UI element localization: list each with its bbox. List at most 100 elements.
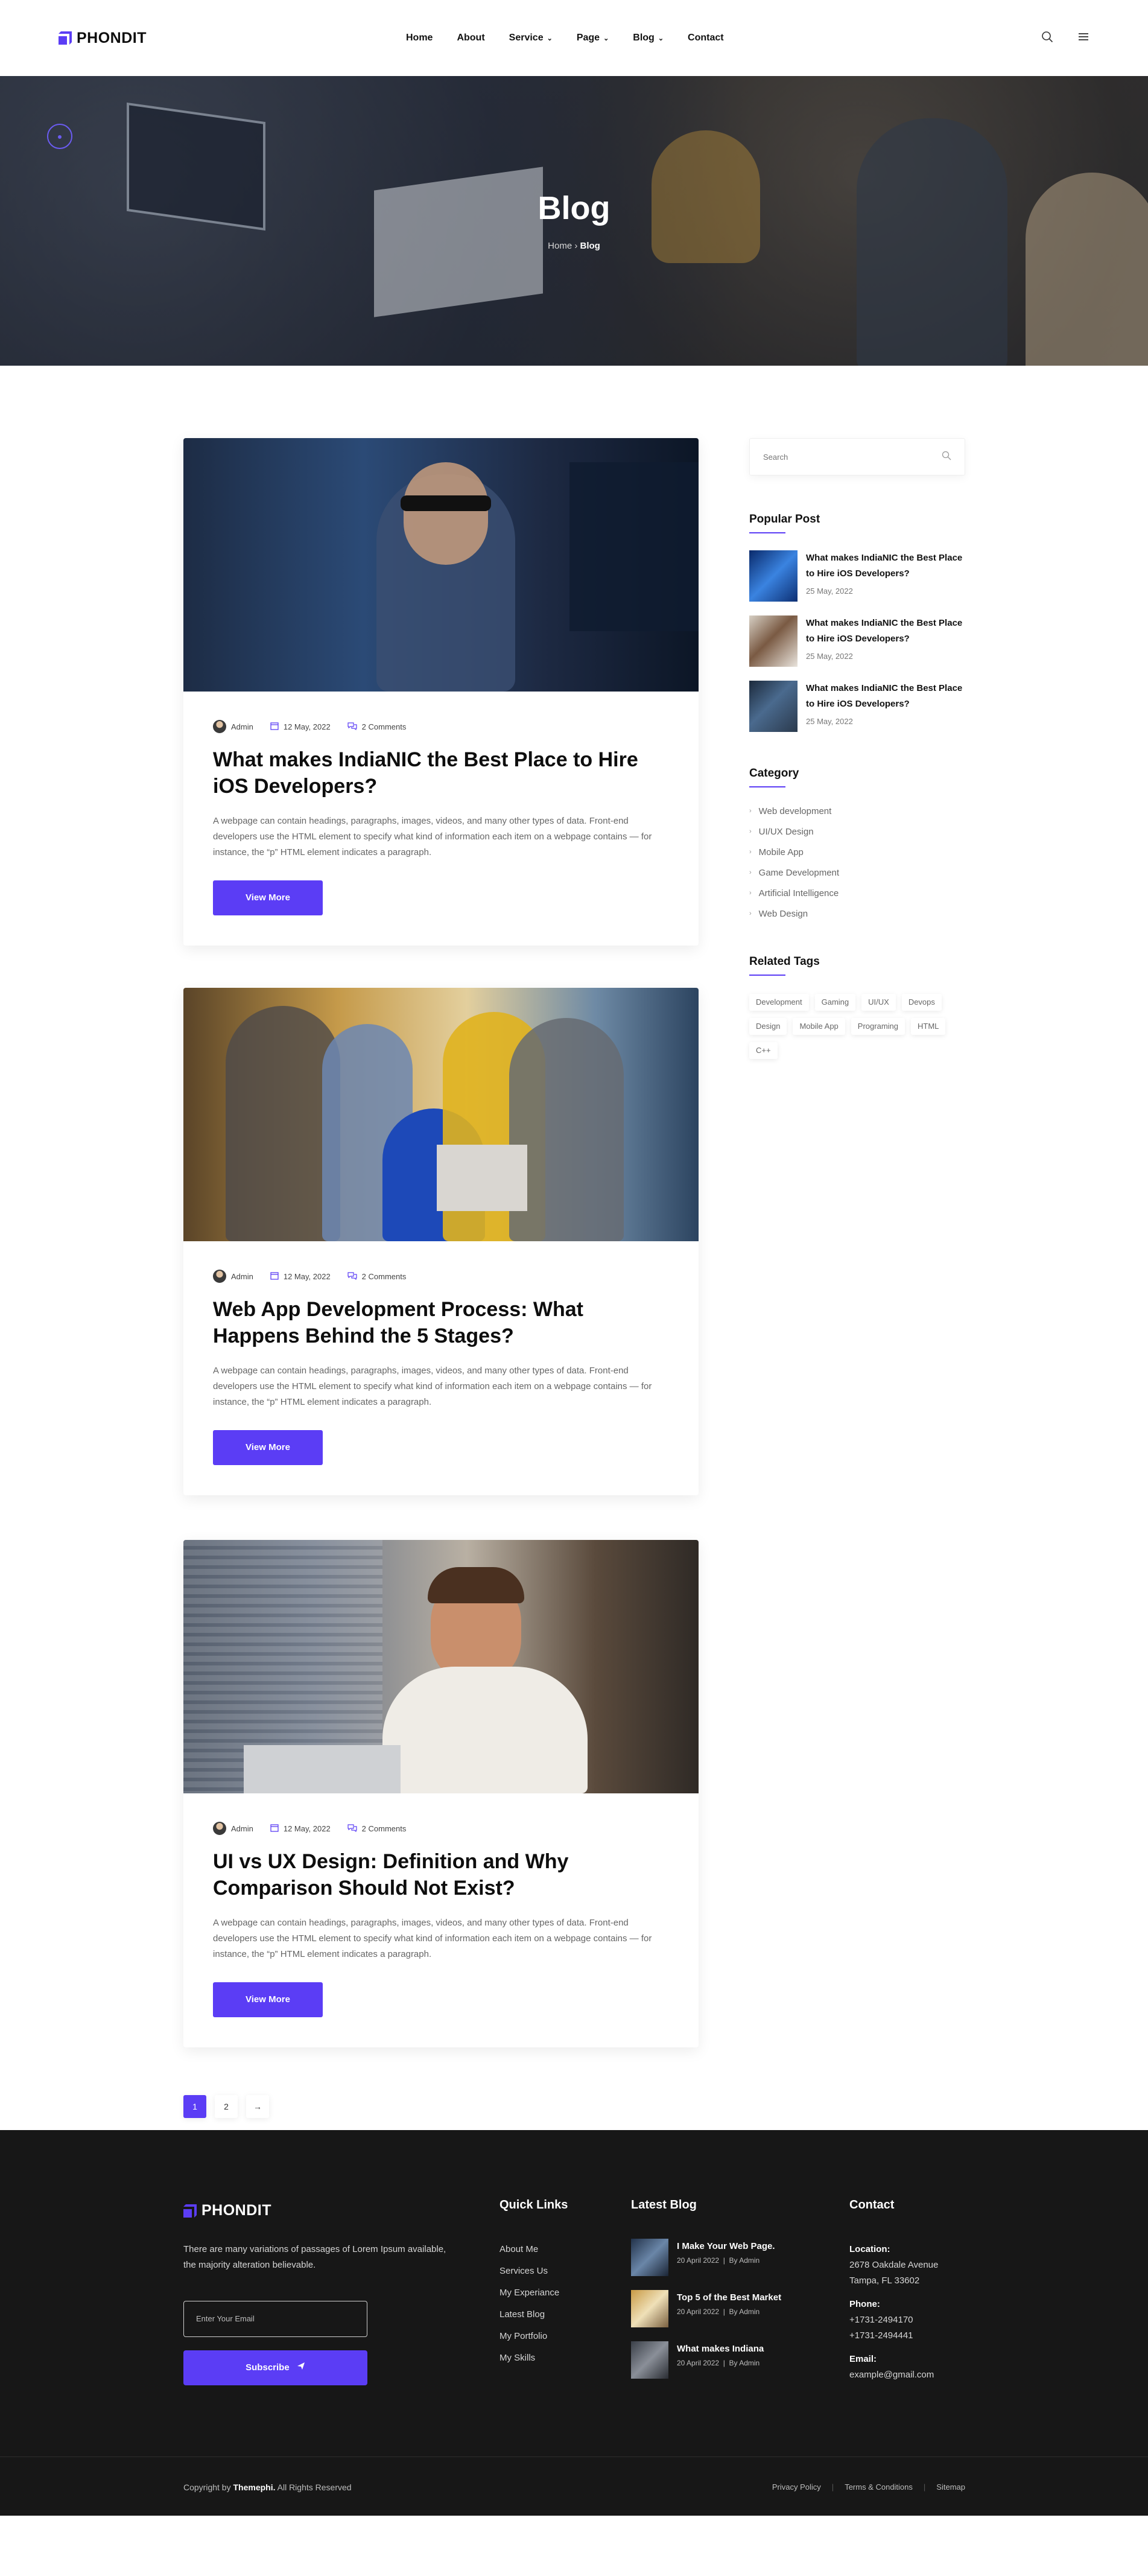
nav-item-contact[interactable]: Contact [688, 33, 724, 43]
terms-link[interactable]: Terms & Conditions [845, 2482, 913, 2492]
popular-post-item[interactable]: What makes IndiaNIC the Best Place to Hi… [749, 681, 965, 732]
phone-label: Phone: [849, 2299, 880, 2309]
quick-link[interactable]: My Skills [499, 2350, 559, 2372]
quick-link[interactable]: About Me [499, 2242, 559, 2263]
legal-links: Privacy Policy | Terms & Conditions | Si… [772, 2482, 965, 2492]
latest-blog-item[interactable]: I Make Your Web Page. 20 April 2022 | By … [631, 2239, 781, 2276]
search-icon[interactable] [942, 451, 951, 463]
tag-item[interactable]: Programing [851, 1018, 905, 1035]
post-author[interactable]: Admin [231, 1824, 253, 1833]
chevron-down-icon: ⌄ [603, 34, 609, 42]
post-author[interactable]: Admin [231, 1272, 253, 1281]
email-field[interactable]: Enter Your Email [183, 2301, 367, 2337]
site-footer: PHONDIT There are many variations of pas… [0, 2130, 1148, 2516]
send-icon [297, 2350, 305, 2385]
post-image[interactable] [183, 1540, 699, 1793]
page-2-button[interactable]: 2 [215, 2095, 238, 2118]
page-1-button[interactable]: 1 [183, 2095, 206, 2118]
copyright-brand[interactable]: Themephi. [233, 2482, 275, 2492]
subscribe-button[interactable]: Subscribe [183, 2350, 367, 2385]
popular-post-thumbnail[interactable] [749, 681, 798, 732]
nav-item-about[interactable]: About [457, 33, 484, 43]
latest-blog-title: Latest Blog [631, 2198, 697, 2212]
category-item[interactable]: › Mobile App [749, 842, 965, 862]
privacy-policy-link[interactable]: Privacy Policy [772, 2482, 821, 2492]
decorative-circle-icon [47, 124, 72, 149]
menu-icon[interactable] [1077, 32, 1089, 45]
breadcrumb-home[interactable]: Home [548, 241, 572, 251]
popular-post-title-link[interactable]: What makes IndiaNIC the Best Place to Hi… [806, 615, 965, 647]
tag-item[interactable]: Gaming [814, 994, 856, 1011]
popular-post-thumbnail[interactable] [749, 550, 798, 602]
latest-blog-title-link[interactable]: I Make Your Web Page. [677, 2241, 775, 2251]
popular-post-thumbnail[interactable] [749, 615, 798, 667]
popular-post-title-link[interactable]: What makes IndiaNIC the Best Place to Hi… [806, 550, 965, 582]
header-actions [1041, 0, 1089, 76]
phone-number[interactable]: +1731-2494441 [849, 2328, 938, 2344]
popular-post-title-link[interactable]: What makes IndiaNIC the Best Place to Hi… [806, 681, 965, 712]
search-input[interactable] [763, 452, 920, 462]
logo[interactable]: PHONDIT [59, 30, 147, 47]
category-item[interactable]: › Artificial Intelligence [749, 883, 965, 903]
phone-number[interactable]: +1731-2494170 [849, 2312, 938, 2328]
chevron-right-icon: › [749, 869, 752, 876]
post-comments[interactable]: 2 Comments [362, 722, 407, 731]
category-item[interactable]: › Web Design [749, 903, 965, 924]
latest-blog-item[interactable]: What makes Indiana 20 April 2022 | By Adm… [631, 2341, 781, 2379]
sitemap-link[interactable]: Sitemap [936, 2482, 965, 2492]
popular-post-item[interactable]: What makes IndiaNIC the Best Place to Hi… [749, 550, 965, 602]
post-title[interactable]: UI vs UX Design: Definition and Why Comp… [213, 1848, 669, 1901]
post-title[interactable]: What makes IndiaNIC the Best Place to Hi… [213, 746, 669, 800]
popular-post-item[interactable]: What makes IndiaNIC the Best Place to Hi… [749, 615, 965, 667]
post-comments[interactable]: 2 Comments [362, 1824, 407, 1833]
view-more-button[interactable]: View More [213, 1430, 323, 1465]
avatar [213, 1270, 226, 1283]
related-tags-title: Related Tags [749, 955, 965, 976]
post-comments[interactable]: 2 Comments [362, 1272, 407, 1281]
post-image[interactable] [183, 988, 699, 1241]
quick-links-list: About Me Services Us My Experiance Lates… [499, 2242, 559, 2372]
nav-item-service[interactable]: Service ⌄ [509, 33, 553, 43]
category-item[interactable]: › Game Development [749, 862, 965, 883]
post-author[interactable]: Admin [231, 722, 253, 731]
quick-link[interactable]: Latest Blog [499, 2307, 559, 2329]
latest-blog-title-link[interactable]: What makes Indiana [677, 2344, 764, 2354]
copyright: Copyright by Themephi. All Rights Reserv… [183, 2482, 352, 2492]
blog-post-card: Admin 12 May, 2022 2 Comments Web App De… [183, 988, 699, 1495]
next-page-arrow-icon[interactable]: → [246, 2095, 269, 2118]
latest-blog-thumbnail[interactable] [631, 2341, 668, 2379]
tag-item[interactable]: HTML [911, 1018, 946, 1035]
latest-blog-item[interactable]: Top 5 of the Best Market 20 April 2022 | … [631, 2290, 781, 2327]
category-item[interactable]: › UI/UX Design [749, 821, 965, 842]
main-nav: Home About Service ⌄ Page ⌄ Blog ⌄ Contact [406, 0, 724, 76]
latest-blog-thumbnail[interactable] [631, 2239, 668, 2276]
page-title: Blog [538, 190, 610, 226]
breadcrumb-separator: › [574, 241, 578, 251]
post-meta: Admin 12 May, 2022 2 Comments [213, 720, 669, 733]
tag-item[interactable]: UI/UX [861, 994, 896, 1011]
view-more-button[interactable]: View More [213, 1982, 323, 2017]
email-address[interactable]: example@gmail.com [849, 2367, 938, 2383]
view-more-button[interactable]: View More [213, 880, 323, 915]
blog-content: Admin 12 May, 2022 2 Comments What makes… [0, 366, 1148, 2130]
sidebar-search [749, 438, 965, 475]
quick-link[interactable]: My Experiance [499, 2285, 559, 2307]
nav-item-page[interactable]: Page ⌄ [577, 33, 609, 43]
tag-item[interactable]: Development [749, 994, 809, 1011]
avatar [213, 1822, 226, 1835]
latest-blog-title-link[interactable]: Top 5 of the Best Market [677, 2292, 781, 2303]
category-item[interactable]: › Web development [749, 801, 965, 821]
footer-logo[interactable]: PHONDIT [183, 2202, 271, 2219]
tag-item[interactable]: Mobile App [793, 1018, 845, 1035]
nav-item-home[interactable]: Home [406, 33, 433, 43]
tag-item[interactable]: C++ [749, 1042, 778, 1059]
tag-item[interactable]: Devops [901, 994, 942, 1011]
quick-link[interactable]: My Portfolio [499, 2329, 559, 2350]
latest-blog-thumbnail[interactable] [631, 2290, 668, 2327]
tag-item[interactable]: Design [749, 1018, 787, 1035]
post-image[interactable] [183, 438, 699, 692]
post-title[interactable]: Web App Development Process: What Happen… [213, 1296, 669, 1349]
search-icon[interactable] [1041, 31, 1053, 46]
nav-item-blog[interactable]: Blog ⌄ [633, 33, 664, 43]
quick-link[interactable]: Services Us [499, 2263, 559, 2285]
